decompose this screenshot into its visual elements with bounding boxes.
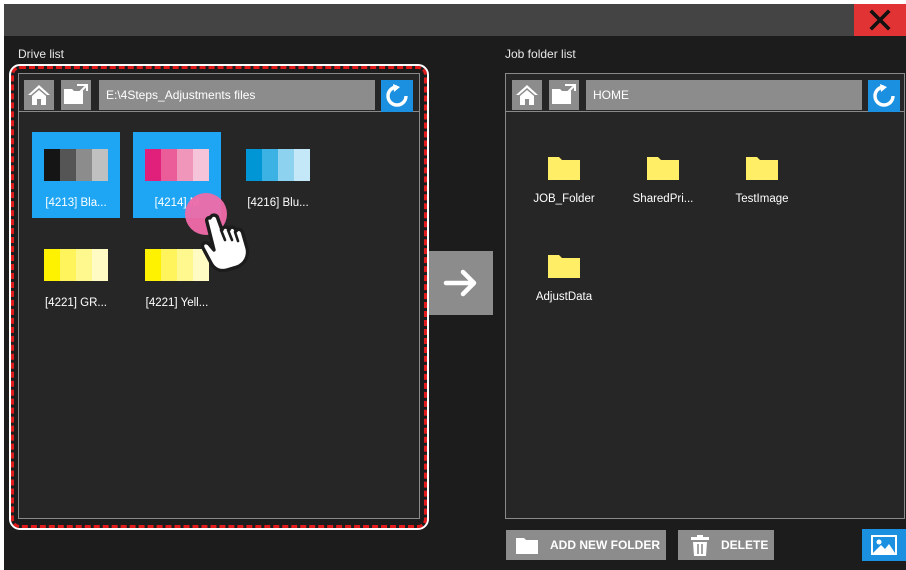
home-icon [28,85,50,105]
drive-list-toolbar: E:\4Steps_Adjustments files [19,74,419,112]
folder-item-label: AdjustData [535,291,593,303]
swatch-step [294,149,310,181]
job-path-field[interactable]: HOME [586,80,862,110]
drive-home-button[interactable] [24,80,54,110]
color-swatch [246,149,310,181]
swatch-step [161,149,177,181]
refresh-icon [386,84,408,107]
refresh-icon [873,84,895,107]
swatch-step [278,149,294,181]
swatch-step [44,249,60,281]
swatch-step [76,249,92,281]
add-new-folder-button[interactable]: ADD NEW FOLDER [506,530,666,560]
folder-item[interactable]: TestImage [717,132,807,212]
job-folder-list-label: Job folder list [505,47,576,61]
drive-item-label: [4214] M [154,197,200,209]
folder-icon [647,157,679,180]
drive-list-panel: E:\4Steps_Adjustments files [4213] Bla..… [18,73,420,519]
close-icon [869,9,891,31]
job-folder-list-panel: HOME JOB_Folder SharedPri... TestImage A… [505,73,905,519]
job-up-folder-button[interactable] [549,80,579,110]
swatch-step [262,149,278,181]
swatch-step [60,249,76,281]
folder-up-icon [552,84,576,104]
swatch-step [161,249,177,281]
swatch-step [193,249,209,281]
folder-item[interactable]: AdjustData [519,230,609,310]
job-folder-toolbar: HOME [506,74,904,112]
swatch-step [145,149,161,181]
drive-list-label: Drive list [18,47,65,61]
drive-item-label: [4213] Bla... [45,197,107,209]
drive-item-label: [4221] Yell... [145,297,209,309]
folder-item-label: TestImage [735,193,789,205]
transfer-button[interactable] [429,251,493,315]
title-bar [4,4,906,36]
swatch-step [60,149,76,181]
folder-item-label: JOB_Folder [533,193,595,205]
drive-item[interactable]: [4216] Blu... [234,132,322,218]
folder-icon [548,157,580,180]
image-view-button[interactable] [862,529,906,561]
close-button[interactable] [854,4,906,36]
swatch-step [92,249,108,281]
folder-up-icon [64,84,88,104]
folder-icon [548,255,580,278]
drive-refresh-button[interactable] [381,80,413,112]
delete-label: DELETE [721,538,769,552]
color-swatch [44,249,108,281]
color-swatch [145,149,209,181]
drive-item[interactable]: [4213] Bla... [32,132,120,218]
swatch-step [92,149,108,181]
delete-button[interactable]: DELETE [678,530,774,560]
swatch-step [193,149,209,181]
swatch-step [177,249,193,281]
drive-up-folder-button[interactable] [61,80,91,110]
drive-item-label: [4221] GR... [44,297,107,309]
swatch-step [246,149,262,181]
add-new-folder-label: ADD NEW FOLDER [550,538,660,552]
drive-item[interactable]: [4214] M [133,132,221,218]
color-swatch [145,249,209,281]
home-icon [516,85,538,105]
swatch-step [76,149,92,181]
drive-item-label: [4216] Blu... [247,197,309,209]
job-home-button[interactable] [512,80,542,110]
folder-item[interactable]: SharedPri... [618,132,708,212]
job-refresh-button[interactable] [868,80,900,112]
trash-icon [691,535,709,556]
arrow-right-icon [443,269,477,297]
folder-icon [746,157,778,180]
folder-item-label: SharedPri... [632,193,694,205]
color-swatch [44,149,108,181]
folder-item[interactable]: JOB_Folder [519,132,609,212]
drive-path-field[interactable]: E:\4Steps_Adjustments files [99,80,375,110]
swatch-step [177,149,193,181]
drive-item[interactable]: [4221] GR... [32,232,120,318]
image-icon [871,535,897,555]
drive-item[interactable]: [4221] Yell... [133,232,221,318]
folder-icon [516,538,538,554]
swatch-step [44,149,60,181]
swatch-step [145,249,161,281]
